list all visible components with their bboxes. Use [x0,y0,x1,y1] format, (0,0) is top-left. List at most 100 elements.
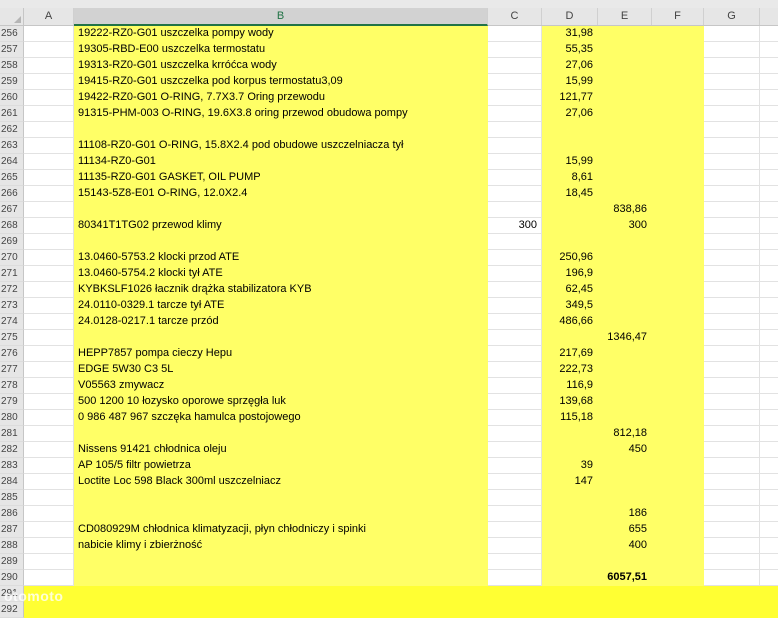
cell-g[interactable] [704,106,760,122]
cell-f[interactable] [652,266,704,282]
cell-h[interactable] [760,314,778,330]
cell-h[interactable] [760,282,778,298]
cell-d[interactable]: 115,18 [542,410,598,426]
cell-h[interactable] [760,154,778,170]
cell-a[interactable] [24,490,74,506]
cell-h[interactable] [760,138,778,154]
cell-h[interactable] [760,26,778,42]
cell-g[interactable] [704,154,760,170]
cell-e[interactable]: 300 [598,218,652,234]
cell-g[interactable] [704,74,760,90]
cell-f[interactable] [652,362,704,378]
cell-b[interactable]: 19415-RZ0-G01 uszczelka pod korpus termo… [74,74,488,90]
row-number[interactable]: 290 [0,570,24,586]
cell-b[interactable]: 91315-PHM-003 O-RING, 19.6X3.8 oring prz… [74,106,488,122]
cell-f[interactable] [652,490,704,506]
cell-e[interactable] [598,490,652,506]
cell-b[interactable]: 11108-RZ0-G01 O-RING, 15.8X2.4 pod obudo… [74,138,488,154]
row-number[interactable]: 282 [0,442,24,458]
cell-b[interactable]: 19313-RZ0-G01 uszczelka krróćca wody [74,58,488,74]
cell-d[interactable]: 39 [542,458,598,474]
cell-b[interactable]: AP 105/5 filtr powietrza [74,458,488,474]
cell-e[interactable] [598,234,652,250]
cell-c[interactable] [488,106,542,122]
cell-h[interactable] [760,250,778,266]
cell-e[interactable]: 450 [598,442,652,458]
cell-g[interactable] [704,474,760,490]
cell-b[interactable]: 11134-RZ0-G01 [74,154,488,170]
cell-h[interactable] [760,330,778,346]
cell-b[interactable]: 500 1200 10 łozysko oporowe sprzęgła luk [74,394,488,410]
cell-a[interactable] [24,410,74,426]
row-number[interactable]: 279 [0,394,24,410]
cell-a[interactable] [24,394,74,410]
cell-g[interactable] [704,266,760,282]
cell-c[interactable] [488,506,542,522]
cell-e[interactable]: 655 [598,522,652,538]
cell-g[interactable] [704,218,760,234]
cell-a[interactable] [24,42,74,58]
cell-e[interactable] [598,554,652,570]
cell-g[interactable] [704,122,760,138]
cell-e[interactable]: 1346,47 [598,330,652,346]
cell-e[interactable]: 186 [598,506,652,522]
cell-f[interactable] [652,378,704,394]
cell-a[interactable] [24,362,74,378]
cell-e[interactable] [598,42,652,58]
cell-d[interactable]: 139,68 [542,394,598,410]
cell-d[interactable]: 31,98 [542,26,598,42]
row-number[interactable]: 281 [0,426,24,442]
row-number[interactable]: 288 [0,538,24,554]
cell-h[interactable] [760,362,778,378]
cell-d[interactable] [542,234,598,250]
cell-a[interactable] [24,58,74,74]
cell-b[interactable] [74,122,488,138]
cell-h[interactable] [760,458,778,474]
cell-g[interactable] [704,410,760,426]
cell-e[interactable] [598,474,652,490]
cell-c[interactable] [488,122,542,138]
cell-c[interactable] [488,234,542,250]
cell-b[interactable]: Nissens 91421 chłodnica oleju [74,442,488,458]
cell-c[interactable] [488,90,542,106]
cell-b[interactable]: 19222-RZ0-G01 uszczelka pompy wody [74,26,488,42]
cell-f[interactable] [652,394,704,410]
row-number[interactable]: 280 [0,410,24,426]
cell-f[interactable] [652,426,704,442]
cell-d[interactable]: 116,9 [542,378,598,394]
cell-h[interactable] [760,202,778,218]
cell-c[interactable] [488,394,542,410]
cell-g[interactable] [704,42,760,58]
cell-f[interactable] [652,138,704,154]
cell-b[interactable]: Loctite Loc 598 Black 300ml uszczelniacz [74,474,488,490]
cell-b[interactable] [74,426,488,442]
cell-a[interactable] [24,26,74,42]
cell-h[interactable] [760,90,778,106]
cell-e[interactable] [598,26,652,42]
cell-d[interactable] [542,442,598,458]
cell-a[interactable] [24,378,74,394]
cell-b[interactable]: 19305-RBD-E00 uszczelka termostatu [74,42,488,58]
cell-a[interactable] [24,442,74,458]
cell-b[interactable] [74,490,488,506]
cell-c[interactable] [488,602,542,618]
cell-c[interactable] [488,170,542,186]
cell-a[interactable] [24,90,74,106]
row-number[interactable]: 256 [0,26,24,42]
row-number[interactable]: 268 [0,218,24,234]
column-header-e[interactable]: E [598,8,652,25]
cell-e[interactable] [598,250,652,266]
cell-e[interactable] [598,186,652,202]
cell-a[interactable] [24,554,74,570]
cell-f[interactable] [652,122,704,138]
cell-h[interactable] [760,426,778,442]
cell-g[interactable] [704,58,760,74]
cell-f[interactable] [652,458,704,474]
cell-d[interactable]: 147 [542,474,598,490]
column-header-f[interactable]: F [652,8,704,25]
cell-f[interactable] [652,330,704,346]
cell-e[interactable]: 400 [598,538,652,554]
cell-h[interactable] [760,570,778,586]
cell-h[interactable] [760,106,778,122]
cell-a[interactable] [24,234,74,250]
